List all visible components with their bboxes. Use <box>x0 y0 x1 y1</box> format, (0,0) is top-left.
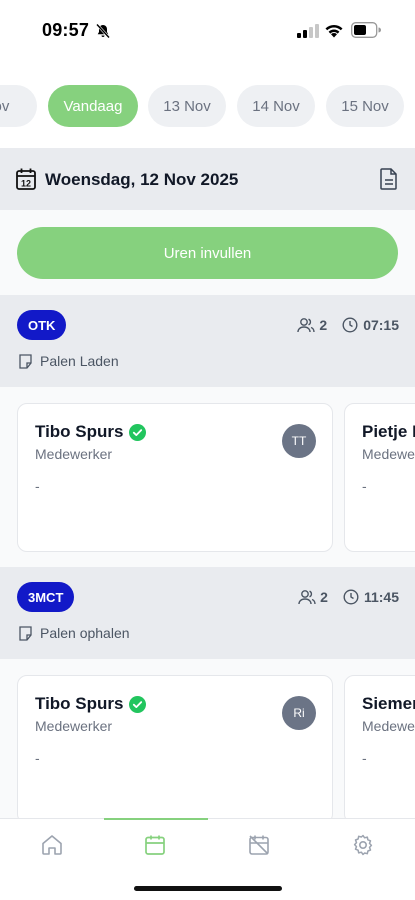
active-tab-indicator <box>104 818 208 820</box>
date-chip-15-nov[interactable]: 15 Nov <box>326 85 404 127</box>
project-meta: 2 11:45 <box>298 589 399 605</box>
employee-note: - <box>362 478 367 494</box>
cta-area: Uren invullen <box>0 210 415 295</box>
project-meta: 2 07:15 <box>297 317 399 333</box>
status-time: 09:57 <box>42 20 90 40</box>
verified-check-icon <box>129 423 147 441</box>
people-count: 2 <box>319 317 328 333</box>
note-icon <box>19 353 32 369</box>
wifi-icon <box>325 24 343 38</box>
home-icon[interactable] <box>40 833 64 857</box>
start-time: 11:45 <box>363 589 399 605</box>
employee-cards-row: Tibo Spurs Medewerker - Ri Siemen Medewe… <box>0 659 415 839</box>
employee-role: Medewe <box>362 446 415 462</box>
svg-text:12: 12 <box>21 179 31 189</box>
date-chip-13-nov[interactable]: 13 Nov <box>148 85 226 127</box>
clock-icon <box>343 589 359 605</box>
hours-entry-button[interactable]: Uren invullen <box>17 227 398 279</box>
project-badge: 3MCT <box>17 582 75 612</box>
employee-role: Medewe <box>362 718 415 734</box>
calendar-off-icon[interactable] <box>247 833 271 857</box>
employee-role: Medewerker <box>35 718 113 734</box>
task-row: Palen ophalen <box>18 625 130 641</box>
date-chip-14-nov[interactable]: 14 Nov <box>237 85 315 127</box>
cellular-signal-icon <box>297 24 319 38</box>
employee-card[interactable]: Siemen Medewe - <box>344 675 415 824</box>
project-badge: OTK <box>17 310 67 340</box>
date-chip-today[interactable]: Vandaag <box>48 85 138 127</box>
day-title: Woensdag, 12 Nov 2025 <box>45 170 239 189</box>
employee-cards-row: Tibo Spurs Medewerker - TT Pietje P Mede… <box>0 387 415 567</box>
people-count: 2 <box>320 589 328 605</box>
verified-check-icon <box>129 695 147 713</box>
battery-icon <box>351 22 381 38</box>
employee-name: Tibo Spurs <box>35 422 124 441</box>
users-icon <box>297 318 316 333</box>
tab-bar <box>0 818 415 900</box>
avatar: Ri <box>282 696 316 730</box>
employee-name: Pietje P <box>362 422 415 441</box>
project-header[interactable]: OTK 2 07:15 Palen Laden <box>0 295 415 387</box>
home-indicator[interactable] <box>134 886 282 891</box>
employee-card[interactable]: Tibo Spurs Medewerker - Ri <box>17 675 333 824</box>
bell-muted-icon <box>96 23 110 39</box>
employee-name: Siemen <box>362 694 415 713</box>
settings-icon[interactable] <box>351 833 375 857</box>
project-header[interactable]: 3MCT 2 11:45 Palen ophalen <box>0 567 415 659</box>
note-icon <box>19 625 32 641</box>
avatar: TT <box>282 424 316 458</box>
document-icon[interactable] <box>379 168 399 190</box>
employee-card[interactable]: Pietje P Medewe - <box>344 403 415 552</box>
status-bar: 09:57 <box>0 0 415 62</box>
employee-note: - <box>35 478 40 494</box>
task-name: Palen Laden <box>40 353 119 369</box>
employee-note: - <box>35 750 40 766</box>
employee-note: - <box>362 750 367 766</box>
date-chip-previous[interactable]: Nov <box>0 85 37 127</box>
employee-name-row: Tibo Spurs <box>35 694 147 714</box>
employee-card[interactable]: Tibo Spurs Medewerker - TT <box>17 403 333 552</box>
employee-name-row: Tibo Spurs <box>35 422 147 442</box>
task-row: Palen Laden <box>18 353 119 369</box>
users-icon <box>298 590 316 605</box>
calendar-icon: 12 <box>16 168 36 190</box>
calendar-icon[interactable] <box>143 833 167 857</box>
employee-role: Medewerker <box>35 446 113 462</box>
date-selector: Nov Vandaag 13 Nov 14 Nov 15 Nov <box>0 62 415 148</box>
start-time: 07:15 <box>363 317 399 333</box>
clock-icon <box>342 317 358 333</box>
day-header: 12 Woensdag, 12 Nov 2025 <box>0 148 415 210</box>
task-name: Palen ophalen <box>40 625 130 641</box>
employee-name: Tibo Spurs <box>35 694 124 713</box>
